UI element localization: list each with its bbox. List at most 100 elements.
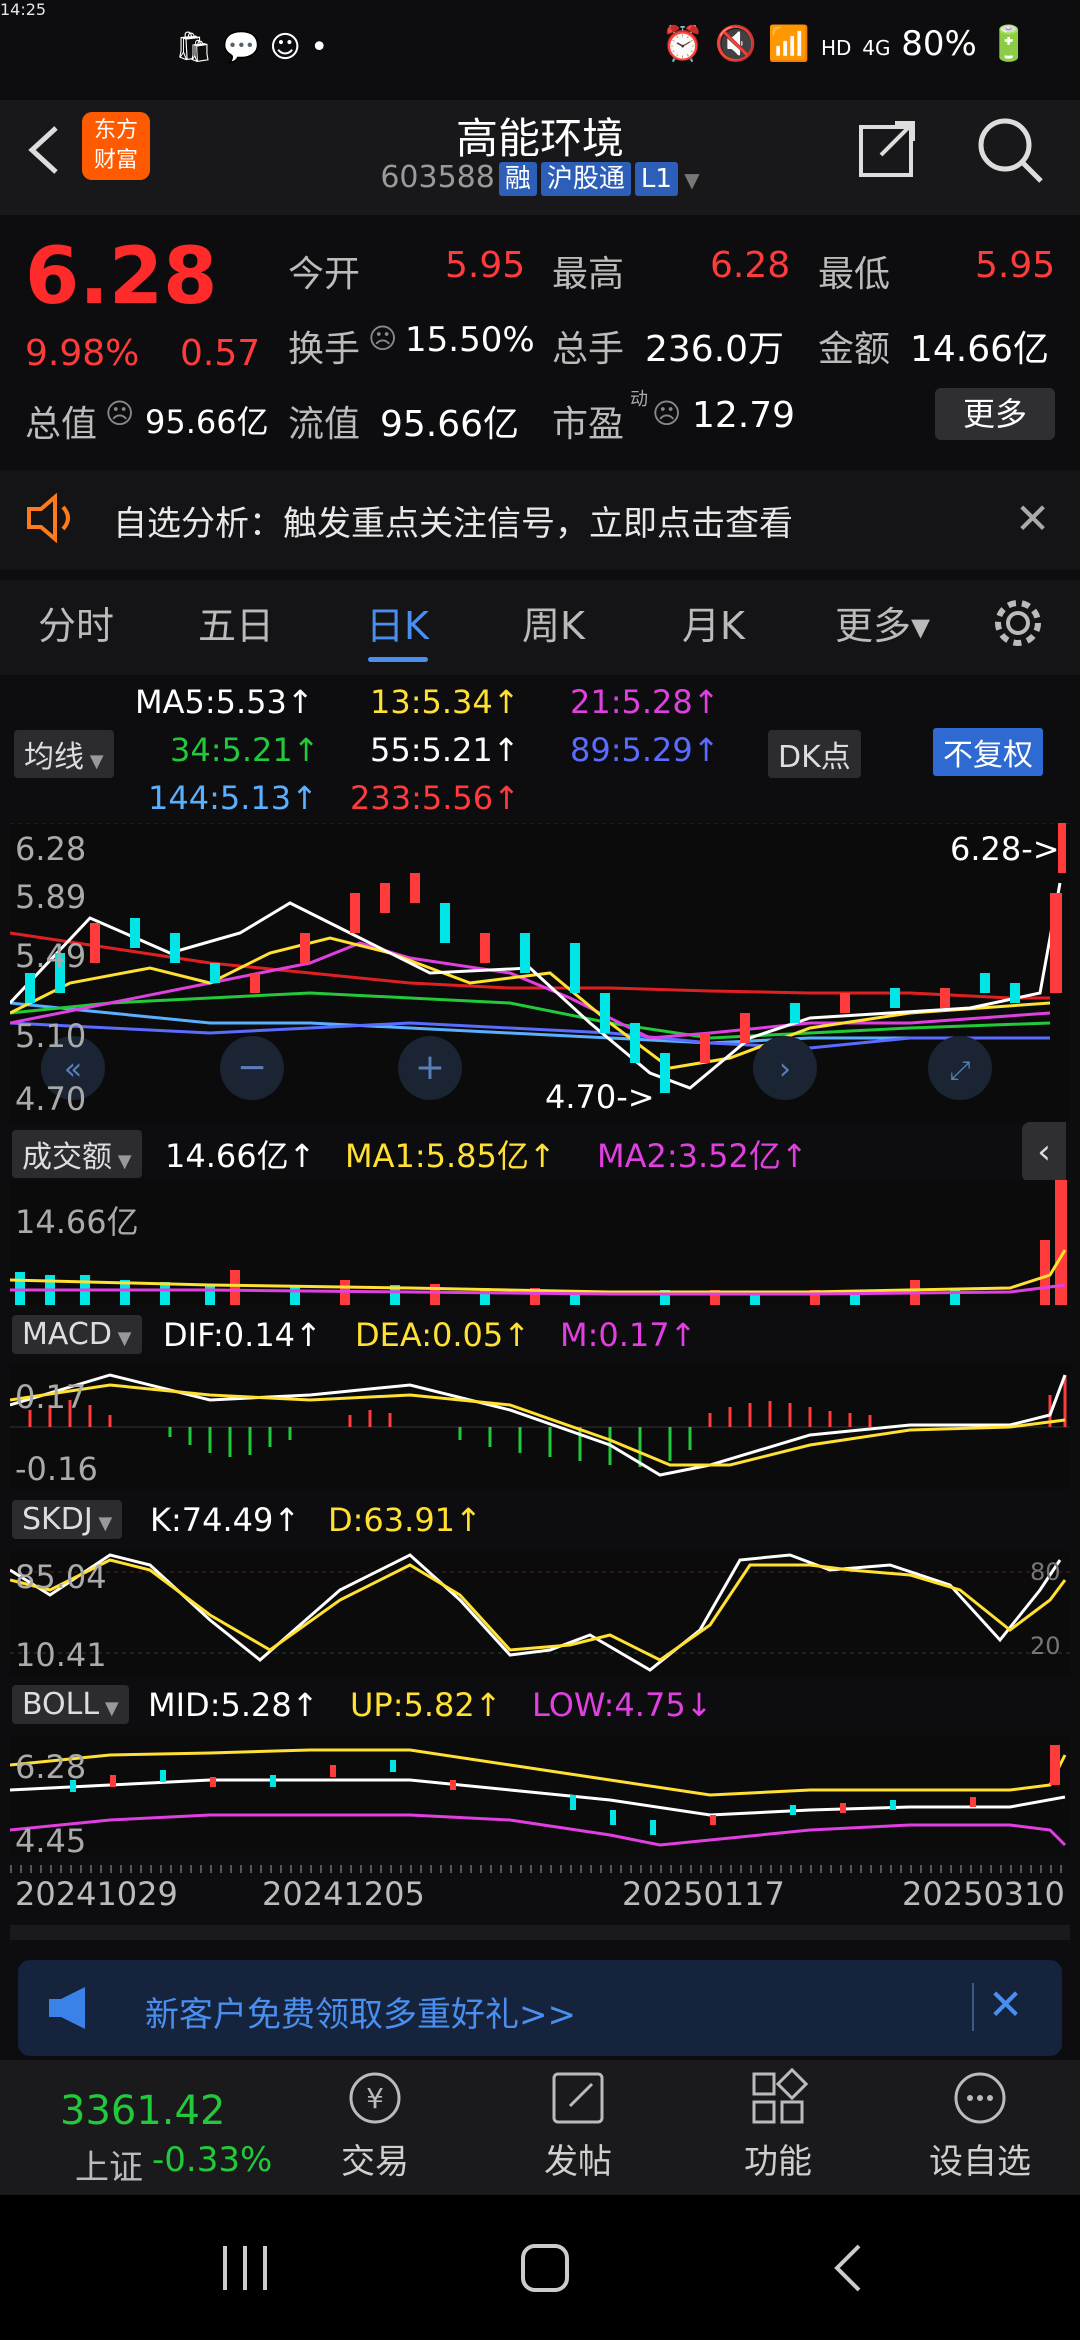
tab-daily-k[interactable]: 日K xyxy=(366,595,429,650)
tab-weekly-k[interactable]: 周K xyxy=(522,595,585,650)
promo-text: 新客户免费领取多重好礼>> xyxy=(145,1995,576,2035)
tab-more[interactable]: 更多▾ xyxy=(835,595,930,650)
boll-low: LOW:4.75↓ xyxy=(532,1686,713,1724)
index-value[interactable]: 3361.42 xyxy=(60,2088,225,2134)
macd-selector[interactable]: MACD ▼ xyxy=(12,1315,142,1354)
tab-5day[interactable]: 五日 xyxy=(198,595,274,650)
search-icon xyxy=(978,118,1043,183)
adjust-mode-button[interactable]: 不复权 xyxy=(933,728,1043,776)
tab-monthly-k[interactable]: 月K xyxy=(682,595,745,650)
svg-text:›: › xyxy=(779,1052,791,1087)
notice-text: 自选分析：触发重点关注信号，立即点击查看 xyxy=(113,504,793,544)
svg-text:⤢: ⤢ xyxy=(950,1056,971,1086)
nav-add-watchlist[interactable]: 设自选 xyxy=(910,2068,1050,2183)
index-change[interactable]: -0.33% xyxy=(152,2140,272,2180)
collapse-panel-button[interactable]: ‹ xyxy=(1022,1122,1066,1182)
macd-y-top: 0.17 xyxy=(15,1378,87,1416)
date-label-4: 20250310 xyxy=(902,1875,1065,1913)
high-label: 最高 xyxy=(552,254,625,295)
svg-text:−: − xyxy=(237,1047,267,1088)
share-icon xyxy=(859,121,915,177)
nav-post[interactable]: 发帖 xyxy=(508,2068,648,2183)
chart-footer xyxy=(10,1925,1070,1940)
boll-y-bottom: 4.45 xyxy=(15,1822,87,1860)
pe-value: 12.79 xyxy=(692,395,796,436)
skdj-ref-80: 80 xyxy=(1030,1558,1061,1586)
home-icon xyxy=(521,2244,569,2292)
connect-tag: 沪股通 xyxy=(540,162,631,196)
ma-selector[interactable]: 均线 ▼ xyxy=(14,730,114,778)
skdj-selector[interactable]: SKDJ ▼ xyxy=(12,1500,123,1539)
low-marker-label: 4.70-> xyxy=(545,1078,655,1116)
low-label: 最低 xyxy=(818,254,891,295)
boll-up: UP:5.82↑ xyxy=(350,1686,502,1724)
margin-tag: 融 xyxy=(498,162,537,196)
volume-y-top: 14.66亿 xyxy=(15,1203,139,1241)
ma233-value: 233:5.56↑ xyxy=(350,779,520,817)
boll-y-top: 6.28 xyxy=(15,1748,87,1786)
speaker-icon xyxy=(25,492,81,547)
turnover-label: 换手 xyxy=(288,329,361,370)
index-name[interactable]: 上证 xyxy=(75,2140,143,2189)
stock-code: 603588 xyxy=(380,160,495,195)
close-notice-icon[interactable]: ✕ xyxy=(1015,494,1050,543)
volume-svg xyxy=(9,1180,1067,1305)
status-icons-left: 🛍 💬 ☺ • xyxy=(175,30,329,65)
volume-chart[interactable] xyxy=(9,1180,1070,1305)
recent-apps-button[interactable] xyxy=(215,2240,275,2300)
chart-settings-button[interactable] xyxy=(990,595,1046,655)
macd-dea: DEA:0.05↑ xyxy=(355,1316,531,1354)
active-tab-indicator xyxy=(368,657,428,662)
skdj-chart[interactable] xyxy=(9,1550,1070,1675)
high-value: 6.28 xyxy=(710,245,791,286)
boll-selector[interactable]: BOLL ▼ xyxy=(12,1685,129,1724)
home-button[interactable] xyxy=(515,2238,575,2302)
hd-indicator: HD xyxy=(820,36,852,60)
pe-sup: 动 xyxy=(630,389,648,410)
nav-functions[interactable]: 功能 xyxy=(708,2068,848,2183)
banner-divider xyxy=(972,1983,974,2031)
change-amount: 0.57 xyxy=(180,333,261,374)
dk-point-selector[interactable]: DK点 xyxy=(768,730,861,778)
gear-icon xyxy=(995,600,1041,646)
ma55-value: 55:5.21↑ xyxy=(370,731,520,769)
search-button[interactable] xyxy=(975,115,1045,185)
macd-m: M:0.17↑ xyxy=(560,1316,697,1354)
kline-y3: 5.49 xyxy=(15,937,87,975)
info-icon: ☹ xyxy=(652,397,682,430)
recents-icon xyxy=(223,2246,267,2290)
megaphone-icon xyxy=(45,1985,95,2035)
macd-chart[interactable] xyxy=(9,1365,1070,1490)
system-back-button[interactable] xyxy=(825,2238,875,2302)
back-chevron-icon xyxy=(834,2244,861,2292)
close-banner-icon[interactable]: ✕ xyxy=(988,1980,1023,2029)
volume-ma1: MA1:5.85亿↑ xyxy=(345,1137,556,1175)
ma144-value: 144:5.13↑ xyxy=(148,779,318,817)
more-button[interactable]: 更多 xyxy=(935,388,1055,440)
volume-label: 总手 xyxy=(552,329,625,370)
battery-percent: 80% xyxy=(901,24,977,64)
share-button[interactable] xyxy=(855,115,921,181)
ma13-value: 13:5.34↑ xyxy=(370,683,520,721)
date-axis-ticks xyxy=(10,1858,1070,1873)
tab-intraday[interactable]: 分时 xyxy=(38,595,114,650)
kline-y4: 5.10 xyxy=(15,1017,87,1055)
high-marker-label: 6.28-> xyxy=(950,830,1060,868)
kline-y2: 5.89 xyxy=(15,878,87,916)
nav-trade[interactable]: ¥ 交易 xyxy=(305,2068,445,2183)
current-price: 6.28 xyxy=(25,232,218,322)
alarm-icon: ⏰ xyxy=(661,24,704,64)
volume-selector[interactable]: 成交额 ▼ xyxy=(12,1130,142,1178)
boll-chart[interactable] xyxy=(9,1735,1070,1855)
network-indicator: 4G xyxy=(862,36,891,60)
turnover-value: 15.50% xyxy=(405,320,535,360)
ma5-value: MA5:5.53↑ xyxy=(135,683,314,721)
date-label-1: 20241029 xyxy=(15,1875,178,1913)
amount-value: 14.66亿 xyxy=(910,329,1050,370)
volume-value: 236.0万 xyxy=(645,329,785,370)
macd-svg xyxy=(9,1373,1070,1477)
kline-chart[interactable]: « − + › ⤢ xyxy=(8,822,1070,1123)
ma89-value: 89:5.29↑ xyxy=(570,731,720,769)
svg-text:+: + xyxy=(415,1047,445,1088)
mktcap-label: 总值 xyxy=(25,404,98,445)
